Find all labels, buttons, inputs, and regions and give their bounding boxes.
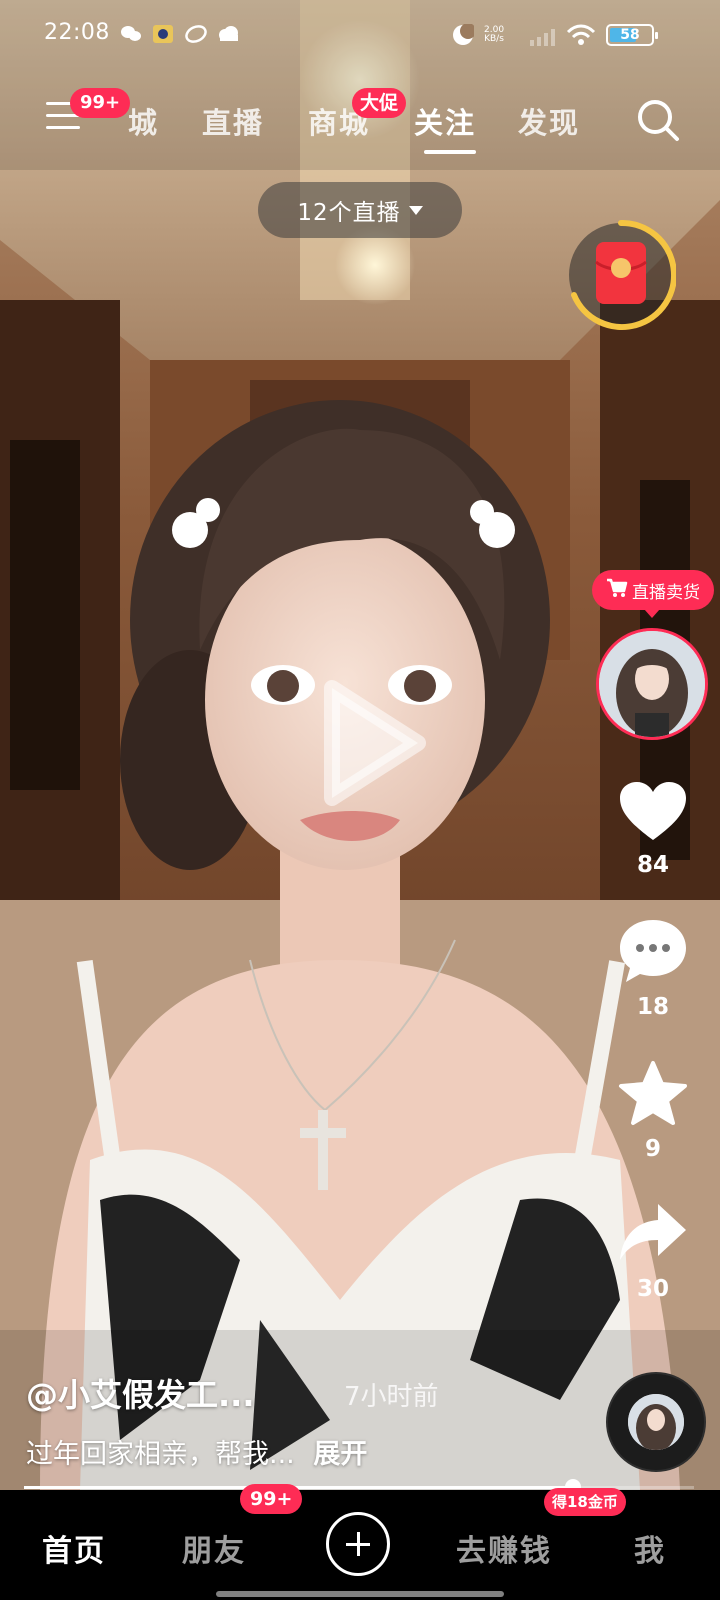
game-app-icon (152, 24, 174, 44)
tab-mall-partial[interactable]: 城 (128, 100, 159, 142)
promo-badge: 大促 (352, 88, 407, 118)
signal-icon (530, 28, 558, 50)
tab-discover[interactable]: 发现 (518, 100, 580, 142)
live-selling-tag[interactable]: 直播卖货 (592, 570, 714, 618)
search-icon[interactable] (636, 98, 680, 142)
create-button[interactable] (326, 1512, 390, 1576)
share-button[interactable]: 30 (612, 1200, 694, 1302)
status-bar: 22:08 2.00 KB/s 58 (0, 0, 720, 70)
description-text: 过年回家相亲，帮我... (26, 1439, 295, 1470)
post-time: 7小时前 (344, 1382, 439, 1412)
menu-badge: 99+ (70, 88, 131, 118)
like-count: 84 (636, 852, 669, 878)
home-indicator[interactable] (216, 1591, 504, 1597)
nav-friends[interactable]: 朋友 (182, 1526, 246, 1570)
play-icon[interactable] (318, 678, 428, 808)
expand-link[interactable]: 展开 (313, 1439, 367, 1470)
share-icon (620, 1204, 686, 1260)
bottom-nav: 首页 朋友 99+ 去赚钱 得18金币 我 (0, 1484, 720, 1600)
author-name[interactable]: @小艾假发工... (26, 1370, 254, 1416)
comment-button[interactable]: 18 (612, 918, 694, 1020)
cloud-icon (216, 24, 238, 44)
heart-icon (620, 782, 686, 840)
video-description: 过年回家相亲，帮我... 展开 (26, 1432, 367, 1471)
leaf-app-icon (184, 24, 207, 44)
cart-icon (606, 578, 628, 603)
live-selling-label: 直播卖货 (632, 582, 700, 603)
progress-fill (24, 1486, 574, 1489)
favorite-button[interactable]: 9 (612, 1060, 694, 1162)
share-count: 30 (636, 1276, 669, 1302)
moon-icon (452, 23, 476, 50)
active-tab-indicator (424, 150, 476, 154)
favorite-count: 9 (644, 1136, 661, 1162)
like-button[interactable]: 84 (612, 780, 694, 878)
live-count-pill[interactable]: 12个直播 (258, 182, 462, 238)
nav-home[interactable]: 首页 (42, 1526, 106, 1570)
net-speed: 2.00 KB/s (484, 25, 505, 44)
caret-down-icon (408, 205, 423, 215)
nav-me[interactable]: 我 (634, 1526, 666, 1570)
friends-badge: 99+ (240, 1484, 303, 1514)
creator-avatar[interactable] (596, 628, 708, 740)
nav-earn[interactable]: 去赚钱 (456, 1526, 552, 1570)
comment-count: 18 (636, 994, 669, 1020)
red-packet-icon[interactable] (566, 219, 677, 330)
live-count-label: 12个直播 (297, 200, 401, 226)
clock: 22:08 (44, 20, 110, 45)
music-disc[interactable] (606, 1372, 706, 1472)
music-cover-avatar (628, 1394, 684, 1450)
earn-coins-badge: 得18金币 (544, 1488, 626, 1516)
top-nav: 99+ 城 直播 商城 大促 关注 发现 (0, 88, 720, 158)
tab-following[interactable]: 关注 (414, 100, 476, 142)
comment-icon (620, 920, 686, 982)
wechat-icon (120, 24, 142, 44)
tab-live[interactable]: 直播 (202, 100, 264, 142)
battery-icon: 58 (606, 24, 658, 46)
star-icon (619, 1061, 687, 1125)
wifi-icon (566, 24, 596, 50)
